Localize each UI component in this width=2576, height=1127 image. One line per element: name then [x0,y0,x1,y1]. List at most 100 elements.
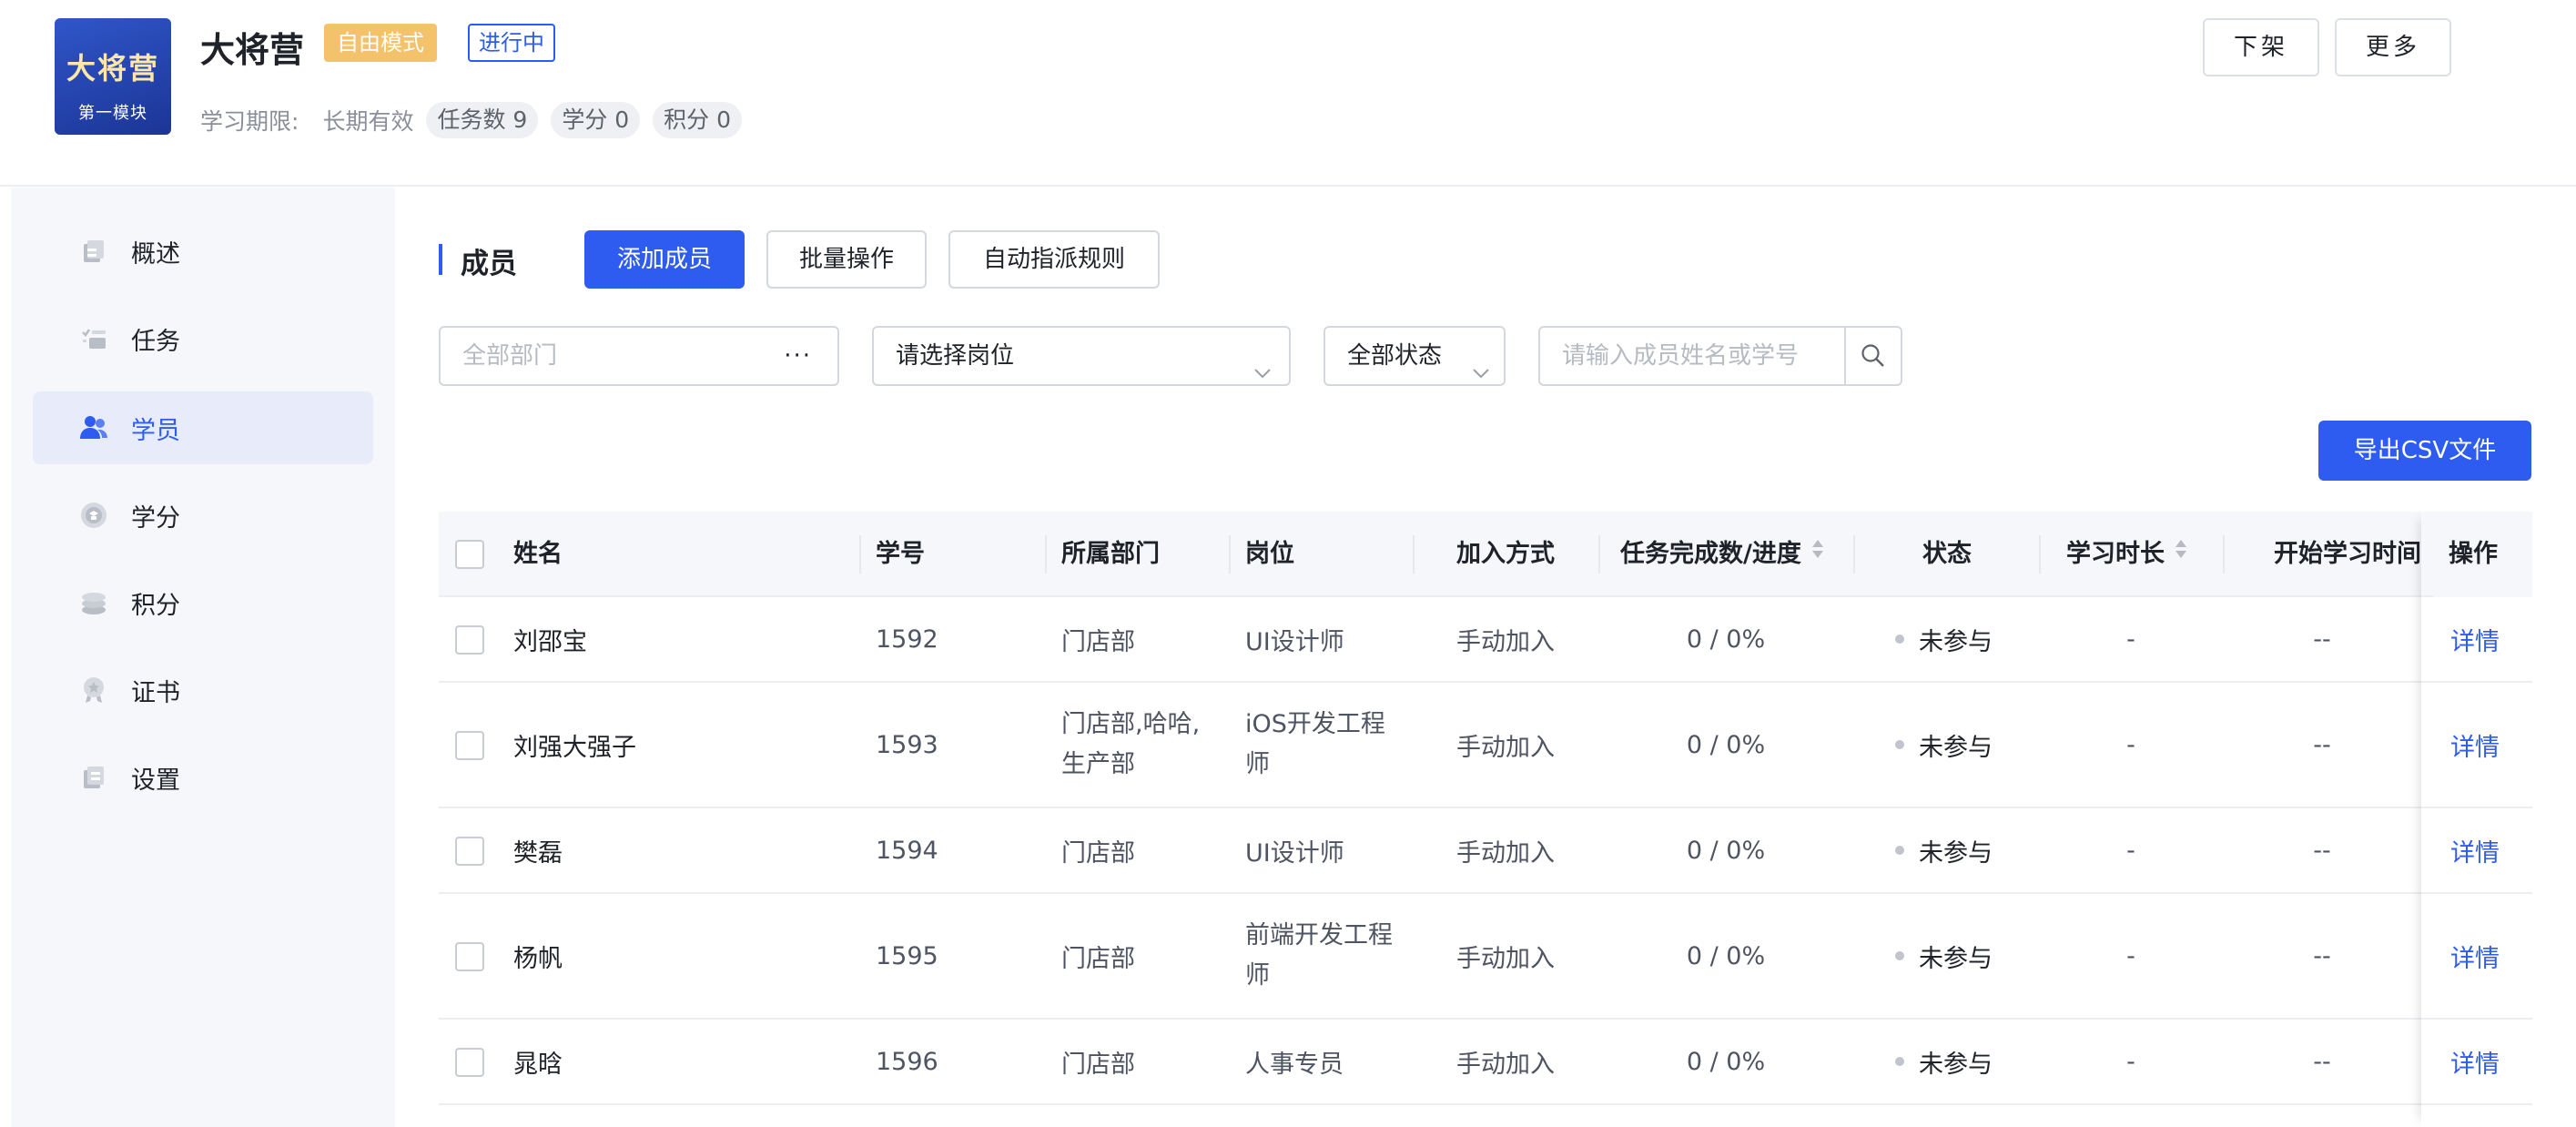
auto-assign-rules-button[interactable]: 自动指派规则 [948,230,1160,289]
detail-link[interactable]: 详情 [2434,1020,2500,1103]
sidebar-item-label: 证书 [131,678,180,707]
status-text: 未参与 [1919,838,1993,868]
cell-name: 樊磊 [513,838,563,868]
col-id: 学号 [876,540,925,568]
select-all-checkbox[interactable] [455,540,484,569]
status-select[interactable]: 全部状态 [1323,326,1506,386]
cell-progress: 0 / 0% [1686,941,1766,970]
export-csv-button[interactable]: 导出CSV文件 [2318,421,2531,481]
coins-icon [78,587,109,618]
col-status: 状态 [1922,540,1972,568]
sidebar-item-students[interactable]: 学员 [33,391,373,464]
cell-id: 1595 [876,941,938,970]
section-title: 成员 [461,248,517,280]
cell-department-line: 生产部 [1061,750,1135,778]
col-start-time: 开始学习时间 [2274,540,2421,568]
sidebar-item-points[interactable]: 积分 [33,566,373,639]
cell-join-method: 手动加入 [1456,627,1555,656]
column-divider [1045,535,1047,574]
cell-position: UI设计师 [1245,627,1344,656]
col-duration-label: 学习时长 [2066,540,2165,568]
sidebar-item-settings[interactable]: 设置 [33,741,373,814]
cell-status: 未参与 [1895,597,1993,681]
off-shelf-button[interactable]: 下架 [2203,18,2319,76]
cell-department: 门店部 [1061,1050,1135,1079]
cell-duration: - [2126,624,2135,654]
cell-id: 1594 [876,836,938,865]
task-list-icon [78,323,109,354]
course-cover-image: 大将营 第一模块 [55,18,171,135]
column-divider [2039,535,2041,574]
section-accent-bar [439,244,442,275]
status-text: 未参与 [1919,733,1993,762]
detail-link[interactable]: 详情 [2434,683,2500,807]
row-checkbox[interactable] [455,942,484,971]
cell-id: 1596 [876,1047,938,1076]
cell-start-time: -- [2313,836,2331,865]
sidebar-item-label: 设置 [131,766,180,795]
batch-operation-button[interactable]: 批量操作 [766,230,927,289]
cell-duration: - [2126,941,2135,970]
cell-position-line: iOS开发工程 [1245,710,1385,738]
cell-join-method: 手动加入 [1456,944,1555,973]
row-checkbox[interactable] [455,731,484,760]
detail-link[interactable]: 详情 [2434,808,2500,892]
cell-duration: - [2126,836,2135,865]
row-checkbox[interactable] [455,837,484,866]
cell-progress: 0 / 0% [1686,730,1766,759]
col-progress[interactable]: 任务完成数/进度 [1620,512,1825,597]
table-header: 姓名 学号 所属部门 岗位 加入方式 任务完成数/进度 状态 学习时长 开始学习… [439,512,2532,597]
col-progress-label: 任务完成数/进度 [1620,540,1801,568]
position-select-value: 请选择岗位 [896,342,1015,370]
sidebar-item-overview[interactable]: 概述 [33,215,373,288]
cell-progress: 0 / 0% [1686,836,1766,865]
sidebar-item-label: 任务 [131,327,180,356]
cell-position: 前端开发工程 师 [1245,894,1393,1018]
cell-start-time: -- [2313,730,2331,759]
course-meta: 学习期限: 长期有效 任务数 9 学分 0 积分 0 [200,102,743,138]
cell-department: 门店部,哈哈, 生产部 [1061,683,1200,807]
column-divider [1229,535,1231,574]
cell-progress: 0 / 0% [1686,1047,1766,1076]
sort-icon[interactable] [1810,512,1825,596]
chevron-down-icon [1253,348,1273,404]
search-input[interactable]: 请输入成员姓名或学号 [1562,328,1799,384]
settings-icon [78,762,109,793]
position-select[interactable]: 请选择岗位 [872,326,1291,386]
table-row: 杨帆 1595 门店部 前端开发工程 师 手动加入 0 / 0% 未参与 - -… [439,894,2532,1020]
cell-name: 杨帆 [513,944,563,973]
sidebar-item-certificate[interactable]: 证书 [33,654,373,726]
overview-icon [78,236,109,267]
chevron-down-icon [1471,348,1491,404]
more-dots-icon[interactable]: ··· [784,328,812,384]
course-title: 大将营 [200,30,305,70]
status-select-value: 全部状态 [1347,342,1443,370]
cover-subtitle: 第一模块 [78,104,147,123]
add-member-button[interactable]: 添加成员 [584,230,745,289]
member-search[interactable]: 请输入成员姓名或学号 [1538,326,1902,386]
department-select[interactable]: 全部部门 ··· [439,326,839,386]
cover-title: 大将营 [66,51,159,86]
row-checkbox[interactable] [455,1048,484,1077]
sidebar-item-label: 概述 [131,239,180,269]
detail-link[interactable]: 详情 [2434,597,2500,681]
table-row: 樊磊 1594 门店部 UI设计师 手动加入 0 / 0% 未参与 - -- 详… [439,808,2532,894]
cell-id: 1592 [876,624,938,654]
more-button[interactable]: 更多 [2335,18,2451,76]
status-dot [1895,951,1904,960]
row-checkbox[interactable] [455,625,484,655]
cell-position: UI设计师 [1245,838,1344,868]
cell-status: 未参与 [1895,894,1993,1018]
status-dot [1895,740,1904,749]
credit-icon [78,500,109,531]
users-icon [78,412,109,443]
sidebar-item-task[interactable]: 任务 [33,302,373,375]
sort-icon[interactable] [2174,512,2188,596]
col-duration[interactable]: 学习时长 [2066,512,2188,597]
cell-join-method: 手动加入 [1456,733,1555,762]
status-tag: 进行中 [468,24,555,62]
detail-link[interactable]: 详情 [2434,894,2500,1018]
sidebar-item-credit[interactable]: 学分 [33,479,373,552]
cell-join-method: 手动加入 [1456,1050,1555,1079]
search-button[interactable] [1844,328,1901,384]
